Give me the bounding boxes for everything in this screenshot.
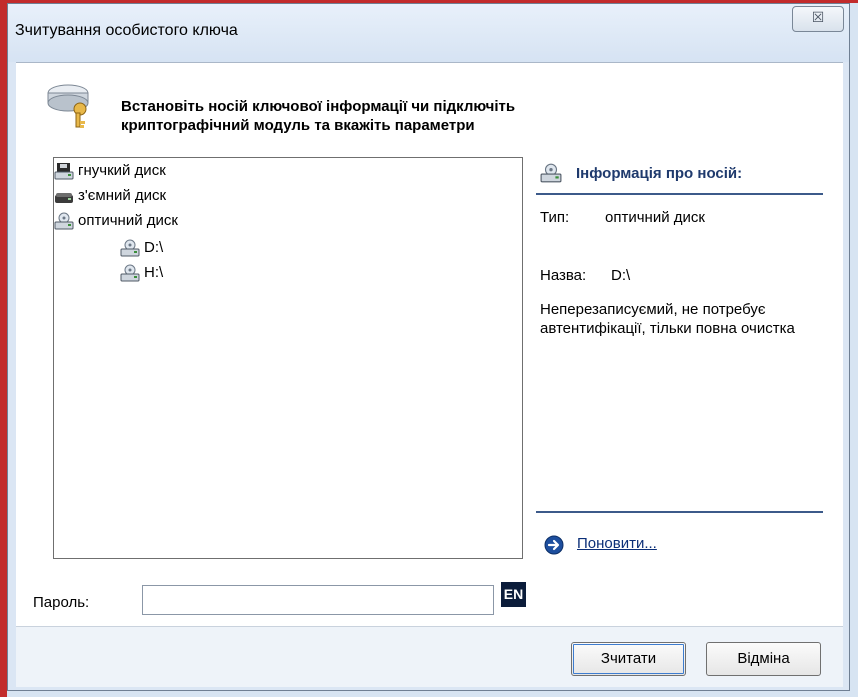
cancel-button[interactable]: Відміна (706, 642, 821, 676)
password-input[interactable] (142, 585, 494, 615)
close-button[interactable]: ☒ (792, 6, 844, 32)
window-title: Зчитування особистого ключа (15, 22, 238, 39)
instruction-line-1: Встановіть носій ключової інформації чи … (121, 98, 516, 115)
tree-item-label: оптичний диск (78, 212, 178, 229)
read-button[interactable]: Зчитати (571, 642, 686, 676)
removable-drive-icon (55, 193, 73, 203)
floppy-drive-icon (54, 163, 74, 180)
optical-drive-icon (120, 264, 140, 282)
media-info-panel: Інформація про носій: Тип: оптичний диск… (536, 157, 836, 577)
type-value: оптичний диск (605, 209, 705, 226)
keyboard-language-indicator[interactable]: EN (501, 582, 526, 607)
background-edge (0, 0, 7, 697)
refresh-link-text[interactable]: Поновити... (577, 535, 657, 552)
instruction-text: Встановіть носій ключової інформації чи … (121, 97, 721, 135)
media-description: Неперезаписуємий, не потребує автентифік… (540, 301, 795, 337)
tree-item-label: гнучкий диск (78, 162, 166, 179)
tree-item-label: з'ємний диск (78, 187, 167, 204)
name-value: D:\ (611, 267, 631, 284)
title-bar[interactable]: Зчитування особистого ключа ☒ (8, 4, 849, 62)
divider (536, 193, 823, 195)
type-label: Тип: (540, 209, 570, 226)
name-label: Назва: (540, 267, 587, 284)
instruction-line-2: криптографічний модуль та вкажіть параме… (121, 117, 475, 134)
close-icon: ☒ (811, 10, 825, 26)
optical-drive-icon (120, 239, 140, 257)
optical-drive-icon (540, 163, 562, 183)
tree-item-label: H:\ (144, 264, 164, 281)
arrow-right-circle-icon[interactable] (544, 535, 564, 555)
dialog-window: Зчитування особистого ключа ☒ Встановіть… (7, 3, 850, 691)
dialog-content: Встановіть носій ключової інформації чи … (16, 62, 843, 627)
key-drive-icon (47, 84, 89, 128)
device-tree[interactable]: гнучкий диск з'ємний диск оптичний диск (53, 157, 523, 559)
info-title: Інформація про носій: (576, 165, 743, 182)
tree-item-label: D:\ (144, 239, 164, 256)
optical-drive-icon (54, 212, 74, 230)
dialog-footer: Зчитати Відміна (16, 626, 843, 687)
password-label: Пароль: (33, 594, 90, 611)
divider (536, 511, 823, 513)
refresh-link[interactable]: Поновити... (544, 533, 764, 557)
